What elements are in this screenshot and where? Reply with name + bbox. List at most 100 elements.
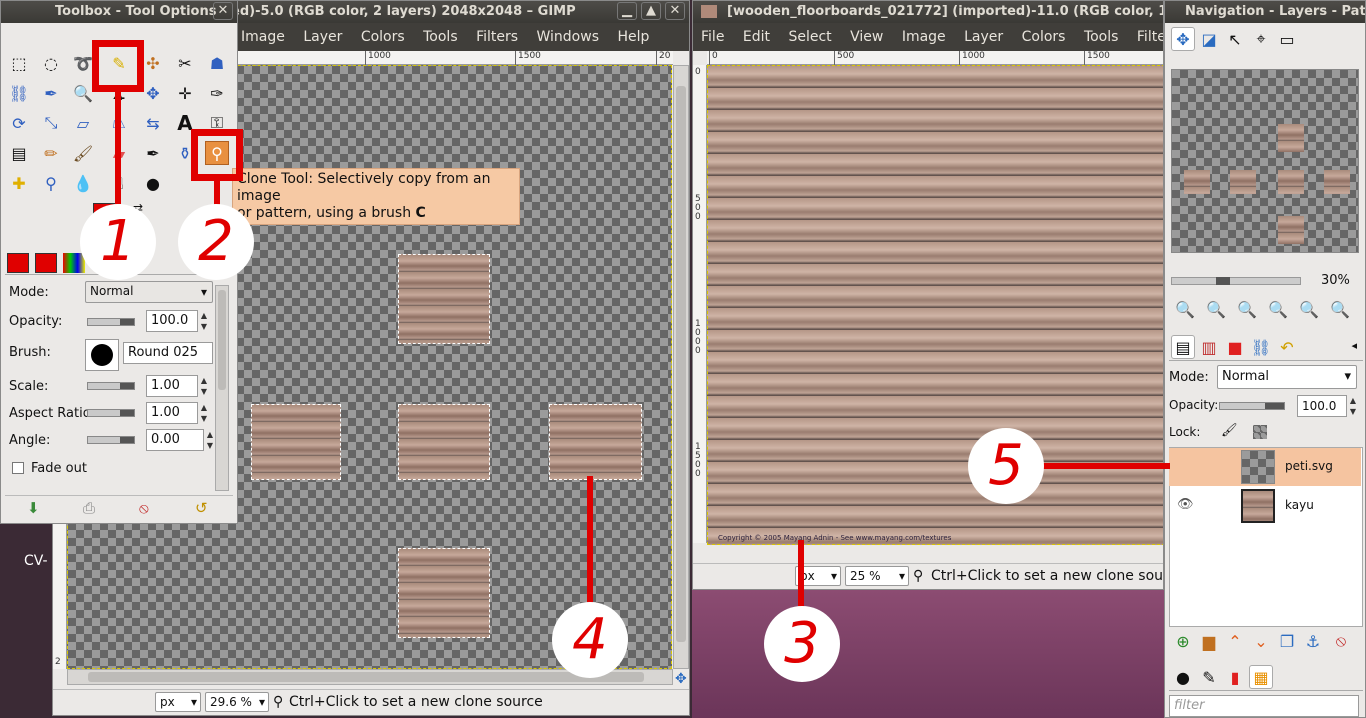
options-scrollbar[interactable] xyxy=(215,285,229,491)
bg-color-tab-icon[interactable] xyxy=(35,253,57,273)
pointer-tab-icon[interactable]: ↖ xyxy=(1223,27,1247,51)
fade-out-checkbox[interactable] xyxy=(12,462,24,474)
mode-select[interactable]: Normal ▾ xyxy=(85,281,213,303)
menu-filters[interactable]: Filters xyxy=(476,29,518,45)
lock-pixels-icon[interactable]: 🖌 xyxy=(1221,423,1238,438)
scale-spinner[interactable]: ▲ ▼ xyxy=(198,375,210,397)
scroll-thumb[interactable] xyxy=(676,86,686,642)
menu-file[interactable]: File xyxy=(701,29,724,45)
new-group-icon[interactable]: ▆ xyxy=(1197,629,1221,653)
menu-tools[interactable]: Tools xyxy=(423,29,458,45)
layer-row[interactable]: peti.svg xyxy=(1169,448,1361,486)
ellipse-select-icon[interactable]: ◌ xyxy=(39,51,63,75)
reset-options-icon[interactable]: ↺ xyxy=(195,499,208,517)
opacity-input[interactable]: 100.0 xyxy=(146,310,198,332)
paint-dynamics-tab-icon[interactable]: ✎ xyxy=(1197,665,1221,689)
rect-select-icon[interactable]: ⬚ xyxy=(7,51,31,75)
menu-select[interactable]: Select xyxy=(788,29,831,45)
maximize-icon[interactable]: ▲ xyxy=(641,2,661,20)
raise-layer-icon[interactable]: ⌃ xyxy=(1223,629,1247,653)
zoom-100-icon[interactable]: 🔍 xyxy=(1235,297,1259,321)
menu-filters[interactable]: Filters xyxy=(1137,29,1163,45)
zoom-fit-icon[interactable]: 🔍 xyxy=(1266,297,1290,321)
save-options-icon[interactable]: ⬇ xyxy=(27,499,40,517)
paintbrush-icon[interactable]: 🖌 xyxy=(71,141,95,165)
scale-slider[interactable] xyxy=(87,382,135,390)
menu-image[interactable]: Image xyxy=(902,29,946,45)
filter-input[interactable]: filter xyxy=(1169,695,1359,717)
dock-titlebar[interactable]: Navigation - Layers - Patte xyxy=(1165,1,1365,23)
opacity-spinner[interactable]: ▲ ▼ xyxy=(1347,395,1359,417)
delete-options-icon[interactable]: ⦸ xyxy=(139,499,149,517)
unit-select[interactable]: px ▾ xyxy=(155,692,201,712)
colormap-tab-icon[interactable]: ⛓ xyxy=(1249,335,1273,359)
menu-edit[interactable]: Edit xyxy=(743,29,770,45)
delete-layer-icon[interactable]: ⦸ xyxy=(1329,629,1353,653)
scissors-icon[interactable]: ✂ xyxy=(173,51,197,75)
crop-icon[interactable]: ✑ xyxy=(205,81,229,105)
pencil-icon[interactable]: ✏ xyxy=(39,141,63,165)
opacity-spinner[interactable]: ▲ ▼ xyxy=(198,310,210,332)
heal-icon[interactable]: ✚ xyxy=(7,171,31,195)
close-icon[interactable]: ✕ xyxy=(213,2,233,20)
scale-input[interactable]: 1.00 xyxy=(146,375,198,397)
menu-colors[interactable]: Colors xyxy=(361,29,405,45)
rotate-icon[interactable]: ⟳ xyxy=(7,111,31,135)
lower-layer-icon[interactable]: ⌄ xyxy=(1249,629,1273,653)
flip-icon[interactable]: ⇆ xyxy=(141,111,165,135)
gradients-tab-icon[interactable]: ▮ xyxy=(1223,665,1247,689)
layer-mode-select[interactable]: Normal ▾ xyxy=(1217,365,1357,389)
menu-image[interactable]: Image xyxy=(241,29,285,45)
blend-icon[interactable]: ▤ xyxy=(7,141,31,165)
foreground-select-icon[interactable]: ☗ xyxy=(205,51,229,75)
scale-icon[interactable]: ⤡ xyxy=(39,111,63,135)
layer-opacity-slider[interactable] xyxy=(1219,402,1285,410)
navigation-preview[interactable] xyxy=(1171,69,1359,253)
minimize-icon[interactable]: ▁ xyxy=(617,2,637,20)
scroll-thumb[interactable] xyxy=(218,290,226,390)
navigation-tab-icon[interactable]: ✥ xyxy=(1171,27,1195,51)
paths-tab-icon[interactable]: ■ xyxy=(1223,335,1247,359)
new-layer-icon[interactable]: ⊕ xyxy=(1171,629,1195,653)
layer-opacity-input[interactable]: 100.0 xyxy=(1297,395,1347,417)
brush-preview[interactable] xyxy=(85,339,119,371)
histogram-tab-icon[interactable]: ◪ xyxy=(1197,27,1221,51)
patterns-tab-icon[interactable]: ▦ xyxy=(1249,665,1273,689)
toolbox-titlebar[interactable]: Toolbox - Tool Options ✕ xyxy=(1,1,237,23)
duplicate-layer-icon[interactable]: ❐ xyxy=(1275,629,1299,653)
zoom-select[interactable]: 25 % ▾ xyxy=(845,566,909,586)
brush-name-input[interactable]: Round 025 xyxy=(123,342,213,364)
shrink-wrap-icon[interactable]: 🔍 xyxy=(1328,297,1352,321)
horizontal-ruler[interactable]: 0 500 1000 1500 xyxy=(707,51,1163,65)
fg-color-tab-icon[interactable] xyxy=(7,253,29,273)
close-icon[interactable]: ✕ xyxy=(665,2,685,20)
zoom-in-icon[interactable]: 🔍 xyxy=(1204,297,1228,321)
undo-tab-icon[interactable]: ↶ xyxy=(1275,335,1299,359)
lock-alpha-icon[interactable] xyxy=(1253,425,1267,439)
angle-slider[interactable] xyxy=(87,436,135,444)
aspect-input[interactable]: 1.00 xyxy=(146,402,198,424)
vertical-scrollbar[interactable] xyxy=(673,65,689,669)
anchor-layer-icon[interactable]: ⚓ xyxy=(1301,629,1325,653)
channels-tab-icon[interactable]: ▥ xyxy=(1197,335,1221,359)
move-icon[interactable]: ✥ xyxy=(141,81,165,105)
airbrush-icon[interactable]: ✒ xyxy=(141,141,165,165)
color-picker-icon[interactable]: ✒ xyxy=(39,81,63,105)
menu-windows[interactable]: Windows xyxy=(537,29,600,45)
menu-layer[interactable]: Layer xyxy=(964,29,1003,45)
zoom-fill-icon[interactable]: 🔍 xyxy=(1297,297,1321,321)
canvas-right[interactable]: Copyright © 2005 Mayang Adnin - See www.… xyxy=(707,65,1163,545)
layer-row[interactable]: 👁 kayu xyxy=(1169,487,1361,525)
blur-icon[interactable]: 💧 xyxy=(71,171,95,195)
aspect-spinner[interactable]: ▲ ▼ xyxy=(198,402,210,424)
shear-icon[interactable]: ▱ xyxy=(71,111,95,135)
zoom-out-icon[interactable]: 🔍 xyxy=(1173,297,1197,321)
dodge-burn-icon[interactable]: ● xyxy=(141,171,165,195)
restore-options-icon[interactable]: ⎙ xyxy=(83,499,95,517)
sample-points-tab-icon[interactable]: ⌖ xyxy=(1249,27,1273,51)
menu-tools[interactable]: Tools xyxy=(1084,29,1119,45)
vertical-ruler[interactable]: 0 500 1000 1500 xyxy=(693,65,707,543)
nav-zoom-slider[interactable] xyxy=(1171,277,1301,285)
paths-icon[interactable]: ⛓ xyxy=(7,81,31,105)
aspect-slider[interactable] xyxy=(87,409,135,417)
